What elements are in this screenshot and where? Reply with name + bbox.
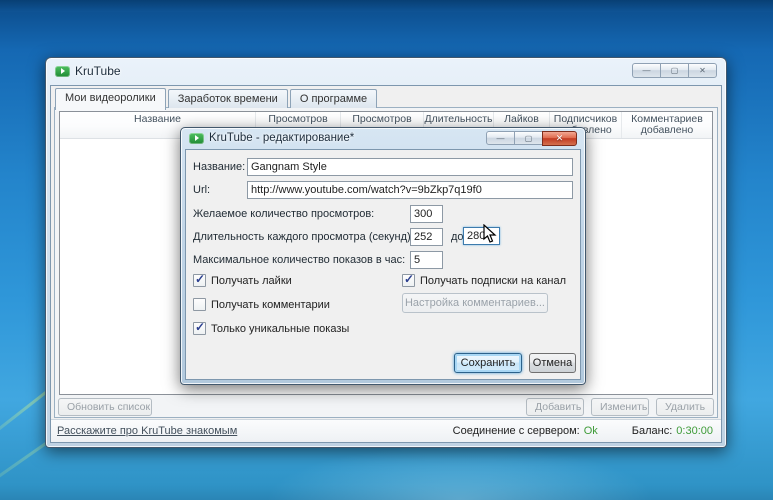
connection-status-value: Ok bbox=[584, 425, 598, 437]
url-label: Url: bbox=[193, 184, 210, 196]
column-header-comments[interactable]: Комментариев добавлено bbox=[622, 112, 712, 138]
max-per-hour-input[interactable] bbox=[410, 251, 443, 269]
duration-from-input[interactable] bbox=[410, 228, 443, 246]
get-comments-checkbox[interactable]: Получать комментарии bbox=[193, 298, 330, 311]
delete-button[interactable]: Удалить bbox=[656, 398, 714, 416]
main-window-title: KruTube bbox=[75, 64, 121, 78]
checkbox-icon[interactable] bbox=[193, 298, 206, 311]
refresh-list-button[interactable]: Обновить список bbox=[58, 398, 152, 416]
get-subscriptions-checkbox[interactable]: Получать подписки на канал bbox=[402, 274, 566, 287]
save-button[interactable]: Сохранить bbox=[454, 353, 522, 373]
name-input[interactable] bbox=[247, 158, 573, 176]
unique-views-checkbox[interactable]: Только уникальные показы bbox=[193, 322, 349, 335]
dialog-titlebar[interactable]: KruTube - редактирование* — ▢ ✕ bbox=[181, 128, 585, 149]
tab-about[interactable]: О программе bbox=[290, 89, 377, 108]
close-icon[interactable]: ✕ bbox=[688, 63, 717, 78]
duration-to-label: до bbox=[451, 231, 464, 243]
duration-label: Длительность каждого просмотра (секунд) … bbox=[193, 231, 425, 243]
desired-views-label: Желаемое количество просмотров: bbox=[193, 208, 374, 220]
minimize-icon[interactable]: — bbox=[632, 63, 661, 78]
add-button[interactable]: Добавить bbox=[526, 398, 584, 416]
dialog-maximize-icon[interactable]: ▢ bbox=[514, 131, 543, 145]
tab-earn-time[interactable]: Заработок времени bbox=[168, 89, 288, 108]
krutube-app-icon bbox=[189, 133, 204, 144]
list-button-row: Обновить список Добавить Изменить Удалит… bbox=[55, 396, 717, 417]
video-letterbox-top bbox=[0, 0, 773, 12]
dialog-title: KruTube - редактирование* bbox=[209, 132, 354, 144]
wallpaper-glow bbox=[250, 440, 670, 500]
main-window-titlebar[interactable]: KruTube — ▢ ✕ bbox=[46, 58, 726, 85]
comment-settings-button[interactable]: Настройка комментариев... bbox=[402, 293, 548, 313]
edit-dialog: KruTube - редактирование* — ▢ ✕ Название… bbox=[180, 127, 586, 385]
tab-strip: Мои видеоролики Заработок времени О прог… bbox=[55, 89, 379, 108]
checkbox-icon[interactable] bbox=[193, 322, 206, 335]
dialog-client: Название: Url: Желаемое количество просм… bbox=[185, 149, 581, 380]
dialog-close-icon[interactable]: ✕ bbox=[542, 131, 577, 146]
get-likes-checkbox[interactable]: Получать лайки bbox=[193, 274, 292, 287]
url-input[interactable] bbox=[247, 181, 573, 199]
desktop: KruTube — ▢ ✕ Мои видеоролики Заработок … bbox=[0, 0, 773, 500]
maximize-icon[interactable]: ▢ bbox=[660, 63, 689, 78]
tell-friends-link[interactable]: Расскажите про KruTube знакомым bbox=[57, 425, 237, 437]
cancel-button[interactable]: Отмена bbox=[529, 353, 576, 373]
max-per-hour-label: Максимальное количество показов в час: bbox=[193, 254, 405, 266]
edit-button[interactable]: Изменить bbox=[591, 398, 649, 416]
tab-my-videos[interactable]: Мои видеоролики bbox=[55, 88, 166, 110]
dialog-minimize-icon[interactable]: — bbox=[486, 131, 515, 145]
name-label: Название: bbox=[193, 161, 245, 173]
desired-views-input[interactable] bbox=[410, 205, 443, 223]
krutube-app-icon bbox=[55, 66, 70, 77]
balance-label: Баланс: bbox=[632, 425, 673, 437]
connection-label: Соединение с сервером: bbox=[453, 425, 580, 437]
balance-value: 0:30:00 bbox=[676, 425, 713, 437]
mouse-cursor bbox=[483, 224, 497, 244]
checkbox-icon[interactable] bbox=[193, 274, 206, 287]
checkbox-icon[interactable] bbox=[402, 274, 415, 287]
status-bar: Расскажите про KruTube знакомым Соединен… bbox=[51, 419, 721, 442]
